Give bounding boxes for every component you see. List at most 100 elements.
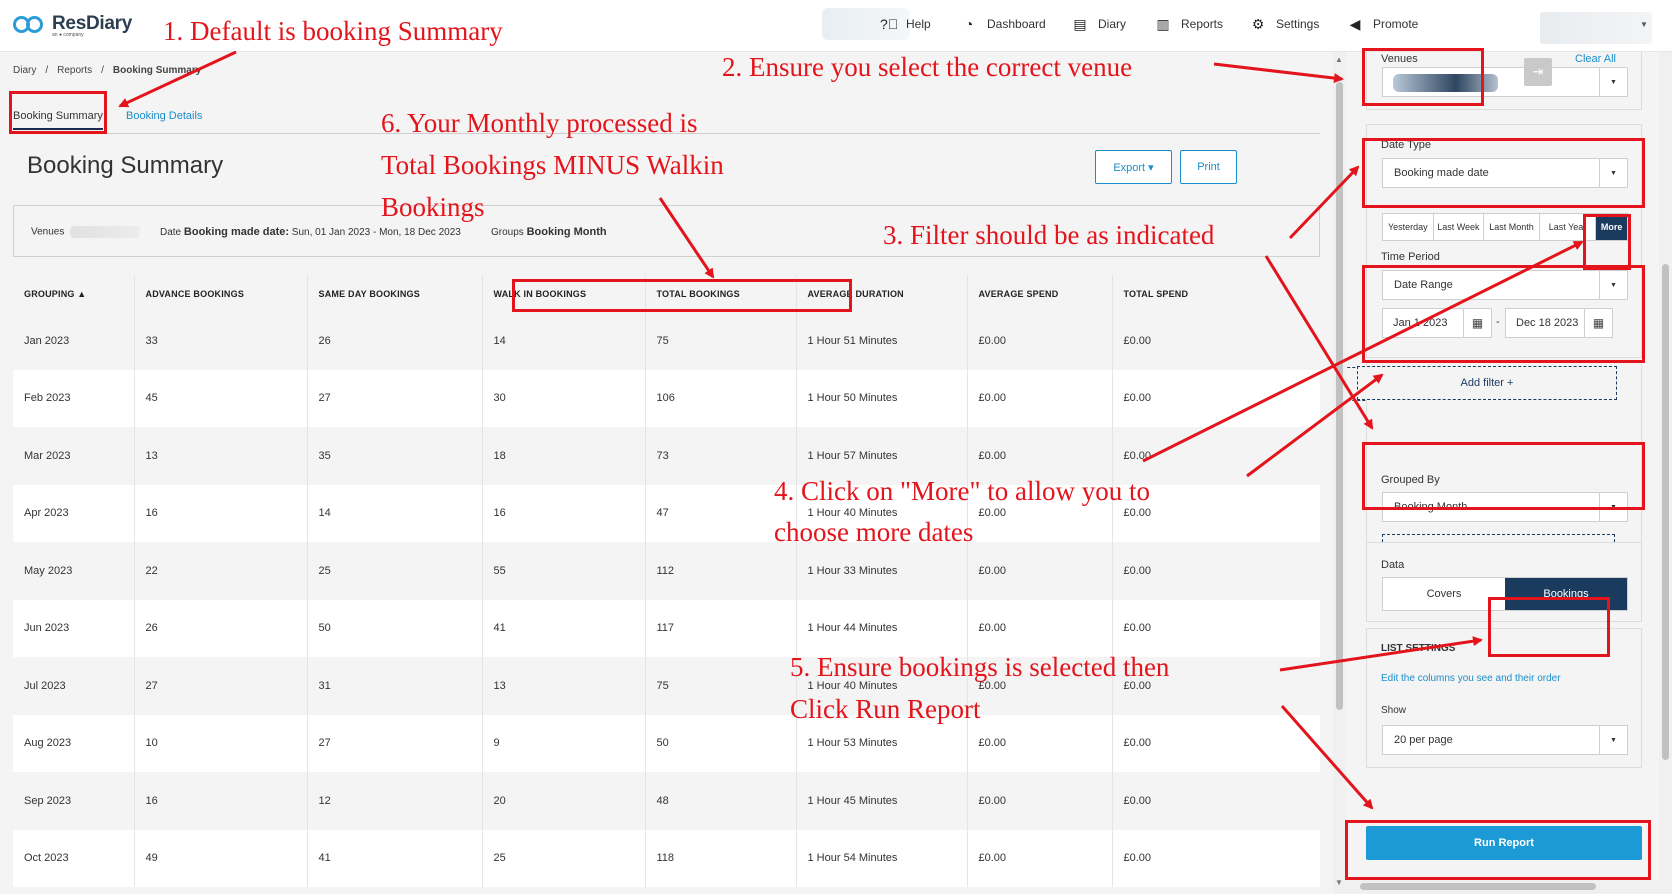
col-average-spend-cell: £0.00 bbox=[967, 542, 1113, 600]
quick-last-month[interactable]: Last Month bbox=[1484, 214, 1540, 240]
nav-reports-label: Reports bbox=[1181, 17, 1224, 31]
nav-settings-label: Settings bbox=[1276, 17, 1320, 31]
col-total-bookings-cell: 48 bbox=[645, 772, 797, 830]
col-walk-in-bookings-cell: 20 bbox=[482, 772, 646, 830]
summary-date-range: Sun, 01 Jan 2023 - Mon, 18 Dec 2023 bbox=[289, 227, 461, 238]
clear-all-link[interactable]: Clear All bbox=[1575, 53, 1616, 65]
col-same-day-bookings-cell: 50 bbox=[307, 599, 483, 657]
annotation-5-line1: 5. Ensure bookings is selected then bbox=[790, 652, 1170, 682]
panel-scrollbar-thumb[interactable] bbox=[1662, 264, 1669, 760]
col-walk-in-bookings-cell: 41 bbox=[482, 599, 646, 657]
panel-horizontal-scrollbar[interactable] bbox=[1346, 880, 1659, 894]
blurred-user-menu[interactable] bbox=[1540, 12, 1652, 44]
collapse-panel-icon[interactable]: ⇥ bbox=[1524, 58, 1552, 86]
col-grouping-cell: Jul 2023 bbox=[13, 657, 135, 715]
main-scrollbar[interactable]: ▲ ▼ bbox=[1333, 52, 1346, 894]
tab-booking-details[interactable]: Booking Details bbox=[126, 110, 202, 128]
col-total-spend-cell: £0.00 bbox=[1112, 369, 1320, 427]
table-row: May 2023 22 25 55 112 1 Hour 33 Minutes £0.00 £… bbox=[13, 542, 1320, 600]
col-walk-in-bookings-cell: 14 bbox=[482, 312, 646, 370]
col-average-spend-cell: £0.00 bbox=[967, 312, 1113, 370]
show-per-page-value: 20 per page bbox=[1394, 734, 1453, 746]
col-advance-bookings-cell: 13 bbox=[134, 427, 308, 485]
diary-icon: ▤ bbox=[1073, 16, 1087, 32]
col-average-duration-cell: 1 Hour 51 Minutes bbox=[796, 312, 968, 370]
col-total-bookings-cell: 106 bbox=[645, 369, 797, 427]
export-button[interactable]: Export ▾ bbox=[1095, 150, 1172, 184]
col-walk-in-bookings-cell: 13 bbox=[482, 657, 646, 715]
quick-yesterday[interactable]: Yesterday bbox=[1383, 214, 1434, 240]
col-same-day-bookings-cell: 26 bbox=[307, 312, 483, 370]
add-filter-button[interactable]: Add filter + bbox=[1357, 366, 1617, 400]
highlight-box-run-report bbox=[1345, 820, 1651, 880]
breadcrumb-reports[interactable]: Reports bbox=[57, 65, 92, 76]
highlight-box-grouped-by bbox=[1362, 442, 1645, 510]
nav-diary[interactable]: ▤ Diary bbox=[1072, 16, 1126, 32]
annotation-4-line1: 4. Click on "More" to allow you to bbox=[774, 476, 1151, 506]
main-scrollbar-thumb[interactable] bbox=[1336, 82, 1343, 710]
col-average-spend-header[interactable]: AVERAGE SPEND bbox=[967, 275, 1113, 312]
nav-dashboard-label: Dashboard bbox=[987, 17, 1046, 31]
highlight-box-more bbox=[1583, 214, 1631, 270]
col-total-spend-cell: £0.00 bbox=[1112, 714, 1320, 772]
col-advance-bookings-cell: 16 bbox=[134, 772, 308, 830]
nav-help[interactable]: ?⃝ Help bbox=[880, 16, 931, 32]
chevron-down-icon[interactable]: ▼ bbox=[1599, 68, 1627, 96]
annotation-6-line1: 6. Your Monthly processed is bbox=[381, 108, 698, 138]
col-total-spend-header[interactable]: TOTAL SPEND bbox=[1112, 275, 1320, 312]
col-advance-bookings-cell: 27 bbox=[134, 657, 308, 715]
col-same-day-bookings-cell: 41 bbox=[307, 829, 483, 887]
col-walk-in-bookings-cell: 16 bbox=[482, 484, 646, 542]
nav-settings[interactable]: ⚙ Settings bbox=[1250, 16, 1320, 32]
covers-option[interactable]: Covers bbox=[1383, 578, 1505, 610]
help-icon: ?⃝ bbox=[880, 16, 899, 32]
promote-icon: ◀ bbox=[1349, 16, 1361, 32]
chevron-down-icon[interactable]: ▼ bbox=[1640, 20, 1648, 29]
time-period-label: Time Period bbox=[1381, 251, 1440, 263]
breadcrumb: Diary / Reports / Booking Summary bbox=[13, 65, 210, 76]
print-button[interactable]: Print bbox=[1180, 150, 1237, 184]
annotation-6-line3: Bookings bbox=[381, 192, 485, 222]
panel-scrollbar[interactable] bbox=[1659, 52, 1672, 894]
nav-promote[interactable]: ◀ Promote bbox=[1347, 16, 1419, 32]
breadcrumb-diary[interactable]: Diary bbox=[13, 65, 36, 76]
col-same-day-bookings-cell: 27 bbox=[307, 369, 483, 427]
chevron-down-icon[interactable]: ▼ bbox=[1599, 726, 1627, 754]
resdiary-logo[interactable]: ResDiary an ● company bbox=[13, 14, 132, 38]
col-total-spend-cell: £0.00 bbox=[1112, 772, 1320, 830]
scroll-down-icon[interactable]: ▼ bbox=[1335, 878, 1343, 887]
annotation-5-line2: Click Run Report bbox=[790, 694, 981, 724]
col-grouping-header[interactable]: GROUPING ▲ bbox=[13, 275, 135, 312]
annotation-4-line2: choose more dates bbox=[774, 517, 974, 547]
nav-reports[interactable]: ▥ Reports bbox=[1155, 16, 1223, 32]
booking-summary-table: GROUPING ▲ ADVANCE BOOKINGS SAME DAY BOOKI… bbox=[13, 275, 1320, 887]
edit-columns-link[interactable]: Edit the columns you see and their order bbox=[1381, 673, 1561, 684]
col-average-spend-cell: £0.00 bbox=[967, 369, 1113, 427]
quick-last-week[interactable]: Last Week bbox=[1434, 214, 1485, 240]
highlight-box-walkin-total bbox=[512, 279, 852, 312]
nav-help-label: Help bbox=[906, 17, 931, 31]
col-advance-bookings-header[interactable]: ADVANCE BOOKINGS bbox=[134, 275, 308, 312]
summary-venues-label: Venues bbox=[31, 226, 65, 238]
col-same-day-bookings-cell: 27 bbox=[307, 714, 483, 772]
show-per-page-select[interactable]: 20 per page ▼ bbox=[1382, 725, 1628, 755]
nav-promote-label: Promote bbox=[1373, 17, 1419, 31]
annotation-2: 2. Ensure you select the correct venue bbox=[722, 52, 1133, 82]
col-average-duration-cell: 1 Hour 50 Minutes bbox=[796, 369, 968, 427]
col-advance-bookings-cell: 49 bbox=[134, 829, 308, 887]
col-same-day-bookings-header[interactable]: SAME DAY BOOKINGS bbox=[307, 275, 483, 312]
annotation-1: 1. Default is booking Summary bbox=[163, 16, 503, 46]
logo-icon bbox=[13, 14, 47, 34]
col-grouping-cell: Aug 2023 bbox=[13, 714, 135, 772]
col-average-spend-cell: £0.00 bbox=[967, 829, 1113, 887]
col-total-bookings-cell: 117 bbox=[645, 599, 797, 657]
list-settings-heading: LIST SETTINGS bbox=[1381, 643, 1456, 654]
nav-dashboard[interactable]: ◔ Dashboard bbox=[961, 16, 1046, 32]
col-total-bookings-cell: 50 bbox=[645, 714, 797, 772]
scroll-up-icon[interactable]: ▲ bbox=[1335, 55, 1343, 64]
summary-date-label: Date bbox=[160, 227, 182, 238]
highlight-box-time-period bbox=[1362, 265, 1645, 363]
breadcrumb-separator: / bbox=[45, 65, 49, 76]
show-label: Show bbox=[1381, 705, 1407, 716]
panel-horizontal-scrollbar-thumb[interactable] bbox=[1360, 883, 1596, 890]
